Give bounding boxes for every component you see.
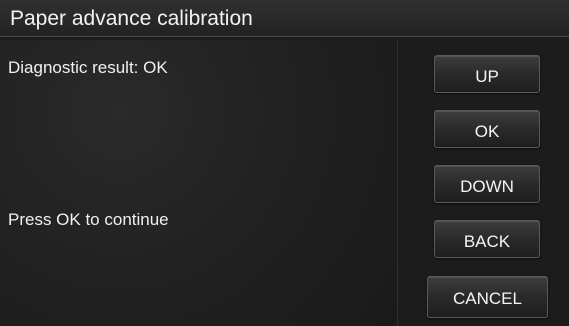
continue-instruction-text: Press OK to continue: [8, 210, 169, 229]
calibration-screen: Paper advance calibration Diagnostic res…: [0, 0, 569, 326]
ok-button[interactable]: OK: [434, 110, 540, 148]
content-panel: [0, 40, 398, 326]
up-button[interactable]: UP: [434, 55, 540, 93]
diagnostic-result-text: Diagnostic result: OK: [8, 58, 168, 77]
screen-title: Paper advance calibration: [10, 7, 253, 30]
title-bar: Paper advance calibration: [0, 0, 569, 37]
back-button[interactable]: BACK: [434, 220, 540, 258]
down-button[interactable]: DOWN: [434, 165, 540, 203]
cancel-button[interactable]: CANCEL: [427, 276, 548, 318]
